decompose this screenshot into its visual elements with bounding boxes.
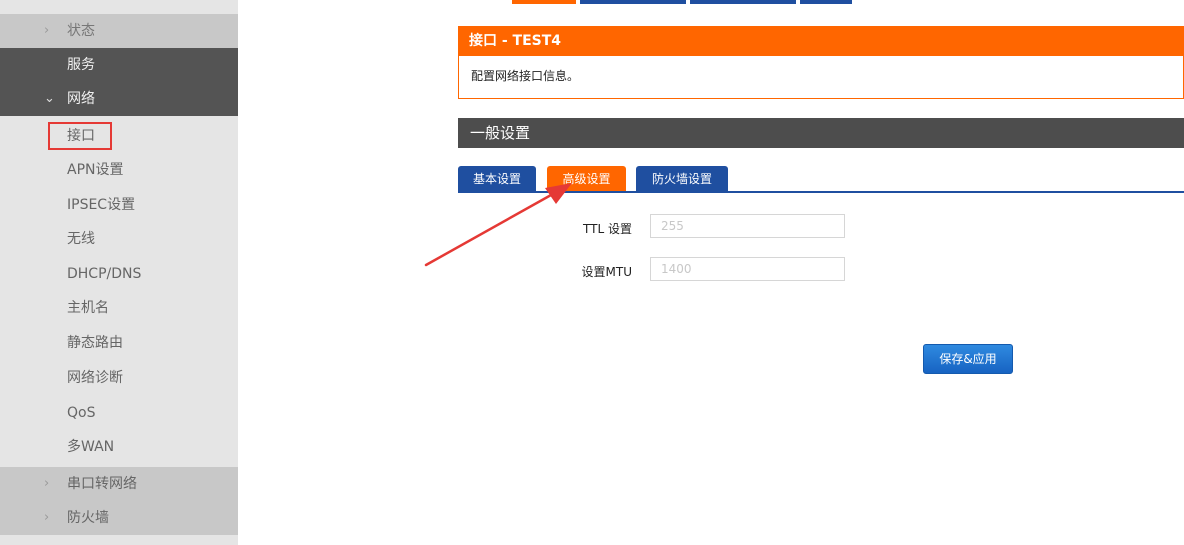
panel-description: 配置网络接口信息。 [458, 56, 1184, 99]
sidebar-item-apn[interactable]: APN设置 [0, 153, 238, 187]
sidebar-item-multiwan[interactable]: 多WAN [0, 430, 238, 464]
tabs-underline [458, 191, 1184, 193]
sidebar-item-status[interactable]: › 状态 [0, 14, 238, 48]
sidebar-item-label: 网络诊断 [67, 370, 123, 386]
top-tab-segment[interactable] [512, 0, 576, 4]
sidebar-item-label: 无线 [67, 231, 95, 247]
sidebar-item-hostname[interactable]: 主机名 [0, 291, 238, 325]
save-apply-button[interactable]: 保存&应用 [923, 344, 1013, 374]
sidebar-item-label: APN设置 [67, 162, 124, 178]
mtu-label: 设置MTU [581, 265, 632, 279]
top-tab-segment[interactable] [580, 0, 686, 4]
chevron-right-icon: › [44, 476, 50, 491]
sidebar-item-label: DHCP/DNS [67, 266, 142, 282]
sidebar-item-label: 串口转网络 [67, 476, 137, 492]
sidebar-item-services[interactable]: 服务 [0, 48, 238, 82]
sidebar-item-interfaces[interactable]: 接口 [0, 119, 238, 153]
sidebar-item-label: QoS [67, 405, 96, 421]
highlight-box [48, 122, 112, 150]
sidebar-item-label: 多WAN [67, 439, 115, 455]
sidebar-item-wireless[interactable]: 无线 [0, 222, 238, 256]
sidebar-item-label: 静态路由 [67, 335, 123, 351]
sidebar-item-label: 主机名 [67, 300, 109, 316]
chevron-down-icon: ⌄ [44, 91, 55, 106]
sidebar-item-static-routes[interactable]: 静态路由 [0, 326, 238, 360]
sidebar-nav: › 状态 服务 ⌄ 网络 接口 APN设置 IPSEC设置 无线 DHCP/DN… [0, 0, 238, 545]
sidebar-item-firewall[interactable]: › 防火墙 [0, 501, 238, 535]
chevron-right-icon: › [44, 23, 50, 38]
tab-advanced-settings[interactable]: 高级设置 [547, 166, 626, 193]
sidebar-item-label: 网络 [67, 91, 95, 107]
sidebar-item-label: 防火墙 [67, 510, 109, 526]
sidebar-item-serial-to-network[interactable]: › 串口转网络 [0, 467, 238, 501]
sidebar-item-network[interactable]: ⌄ 网络 [0, 82, 238, 116]
top-tab-segment[interactable] [690, 0, 796, 4]
tab-firewall-settings[interactable]: 防火墙设置 [636, 166, 728, 193]
sidebar-item-diagnostics[interactable]: 网络诊断 [0, 361, 238, 395]
sidebar-item-dhcp-dns[interactable]: DHCP/DNS [0, 257, 238, 291]
chevron-right-icon: › [44, 510, 50, 525]
panel-title: 接口 - TEST4 [458, 26, 1184, 56]
top-tab-segment[interactable] [800, 0, 852, 4]
sidebar-item-label: 状态 [67, 23, 95, 39]
sidebar-item-label: IPSEC设置 [67, 197, 136, 213]
sidebar-item-ipsec[interactable]: IPSEC设置 [0, 188, 238, 222]
sidebar-item-label: 服务 [67, 57, 95, 73]
sidebar-item-qos[interactable]: QoS [0, 396, 238, 430]
ttl-label: TTL 设置 [583, 222, 632, 236]
mtu-input[interactable] [650, 257, 845, 281]
tab-basic-settings[interactable]: 基本设置 [458, 166, 536, 193]
section-title: 一般设置 [458, 118, 1184, 148]
ttl-input[interactable] [650, 214, 845, 238]
top-tab-strip [512, 0, 852, 4]
